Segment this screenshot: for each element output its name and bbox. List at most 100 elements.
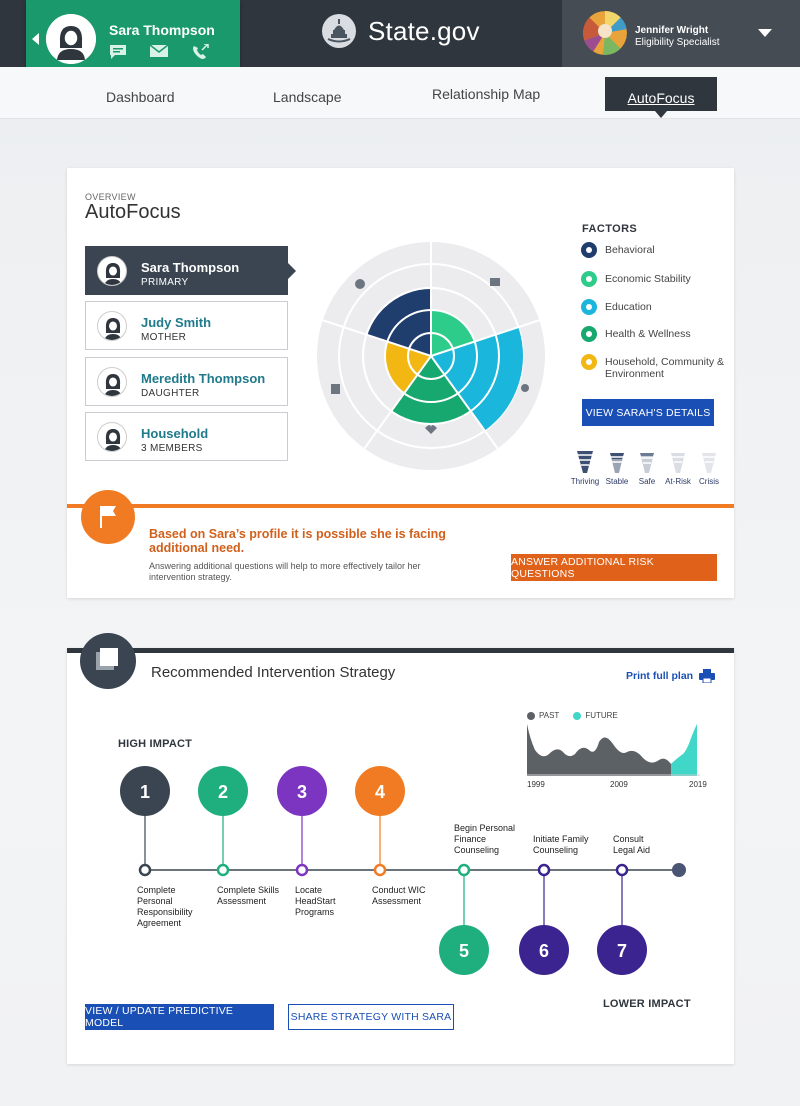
level-scale: Thriving Stable Safe At-Risk Crisis (569, 448, 729, 490)
user-profile-menu[interactable]: Jennifer Wright Eligibility Specialist (562, 0, 800, 67)
step-number: 2 (218, 782, 228, 802)
star-icon (355, 279, 365, 289)
chart-icon (581, 271, 597, 287)
nav-dashboard[interactable]: Dashboard (106, 89, 175, 105)
nav-relationship-map[interactable]: Relationship Map (432, 86, 540, 102)
client-card[interactable]: Sara Thompson (26, 0, 240, 77)
factor-label: Health & Wellness (605, 328, 691, 340)
factor-health-wellness[interactable]: Health & Wellness (581, 326, 691, 342)
timeline-node (457, 863, 471, 877)
step-label-2: Complete Skills Assessment (217, 885, 280, 906)
person-name: Household (141, 426, 209, 441)
factor-behavioral[interactable]: Behavioral (581, 242, 655, 258)
user-role: Eligibility Specialist (635, 37, 720, 48)
level-label: Crisis (699, 477, 719, 486)
step-label-5: Begin Personal Finance Counseling (454, 823, 516, 855)
person-card-household[interactable]: Household 3 MEMBERS (85, 412, 288, 461)
client-name: Sara Thompson (109, 22, 215, 38)
person-avatar (97, 422, 127, 452)
person-role: MOTHER (141, 332, 187, 343)
person-role: PRIMARY (141, 277, 189, 288)
step-label-6: Initiate Family Counseling (533, 834, 589, 855)
capitol-seal-icon (322, 14, 356, 48)
factors-title: FACTORS (582, 223, 638, 235)
factor-label: Household, Community & Environment (605, 356, 725, 380)
strategy-card: Recommended Intervention Strategy Print … (67, 633, 734, 1064)
main-nav: Dashboard Landscape Relationship Map Aut… (0, 67, 800, 119)
nav-landscape[interactable]: Landscape (273, 89, 342, 105)
overview-card: OVERVIEW AutoFocus Sara Thompson PRIMARY… (67, 168, 734, 598)
step-label-3: Locate HeadStart Programs (295, 885, 336, 917)
client-contact-icons (109, 44, 209, 60)
phone-icon[interactable] (191, 44, 209, 60)
heart-icon (581, 326, 597, 342)
alert-body: Answering additional questions will help… (149, 561, 421, 582)
step-7[interactable]: 7 (597, 863, 647, 975)
timeline-node (537, 863, 551, 877)
factor-label: Education (605, 301, 652, 313)
intervention-timeline: 1 2 3 4 5 6 7 (120, 766, 686, 975)
alert-divider (67, 504, 734, 508)
step-number: 4 (375, 782, 385, 802)
flag-icon (81, 490, 135, 544)
person-avatar (97, 311, 127, 341)
overview-title: AutoFocus (85, 201, 181, 223)
update-predictive-model-button[interactable]: VIEW / UPDATE PREDICTIVE MODEL (85, 1004, 274, 1030)
timeline-node (615, 863, 629, 877)
step-3[interactable]: 3 (277, 766, 327, 877)
person-name: Meredith Thompson (141, 371, 266, 386)
chevron-down-icon[interactable] (758, 29, 772, 37)
share-strategy-button[interactable]: SHARE STRATEGY WITH SARA (288, 1004, 454, 1030)
step-1[interactable]: 1 (120, 766, 170, 877)
step-number: 3 (297, 782, 307, 802)
brand[interactable]: State.gov (322, 14, 480, 48)
person-card-daughter[interactable]: Meredith Thompson DAUGHTER (85, 357, 288, 406)
star-icon (581, 242, 597, 258)
mail-icon[interactable] (149, 44, 169, 58)
person-avatar (97, 256, 127, 286)
factor-education[interactable]: Education (581, 299, 652, 315)
person-name: Judy Smith (141, 315, 212, 330)
factor-household-community[interactable]: Household, Community & Environment (581, 354, 730, 380)
lightbulb-icon (521, 384, 529, 392)
lightbulb-icon (581, 299, 597, 315)
client-avatar (46, 14, 96, 64)
step-number: 5 (459, 941, 469, 961)
level-crisis: Crisis (693, 448, 725, 486)
person-avatar (97, 367, 127, 397)
factor-economic-stability[interactable]: Economic Stability (581, 271, 691, 287)
autofocus-radial-chart[interactable] (315, 240, 547, 472)
timeline-node (138, 863, 152, 877)
step-label-4: Conduct WIC Assessment (372, 885, 426, 906)
person-role: DAUGHTER (141, 388, 200, 399)
timeline-node (216, 863, 230, 877)
person-name: Sara Thompson (141, 260, 240, 275)
nav-autofocus-label: AutoFocus (627, 90, 695, 106)
nav-autofocus[interactable]: AutoFocus (605, 77, 717, 118)
back-arrow-icon[interactable] (32, 33, 39, 45)
step-number: 7 (617, 941, 627, 961)
site-title: State.gov (368, 15, 480, 46)
building-icon (331, 384, 340, 394)
step-label-7: Consult Legal Aid (613, 834, 651, 855)
chat-icon[interactable] (109, 44, 127, 60)
factor-label: Behavioral (605, 244, 655, 256)
user-avatar (583, 11, 627, 55)
chart-icon (490, 278, 500, 286)
factor-label: Economic Stability (605, 273, 691, 285)
person-role: 3 MEMBERS (141, 443, 203, 454)
view-details-button[interactable]: VIEW SARAH'S DETAILS (582, 399, 714, 426)
step-6[interactable]: 6 (519, 863, 569, 975)
timeline-node (373, 863, 387, 877)
step-label-1: Complete Personal Responsibility Agreeme… (137, 885, 193, 928)
step-number: 1 (140, 782, 150, 802)
step-5[interactable]: 5 (439, 863, 489, 975)
user-name: Jennifer Wright (635, 25, 709, 36)
person-card-primary[interactable]: Sara Thompson PRIMARY (85, 246, 296, 295)
step-4[interactable]: 4 (355, 766, 405, 877)
step-number: 6 (539, 941, 549, 961)
timeline-node (295, 863, 309, 877)
step-2[interactable]: 2 (198, 766, 248, 877)
person-card-mother[interactable]: Judy Smith MOTHER (85, 301, 288, 350)
answer-risk-questions-button[interactable]: ANSWER ADDITIONAL RISK QUESTIONS (511, 554, 717, 581)
